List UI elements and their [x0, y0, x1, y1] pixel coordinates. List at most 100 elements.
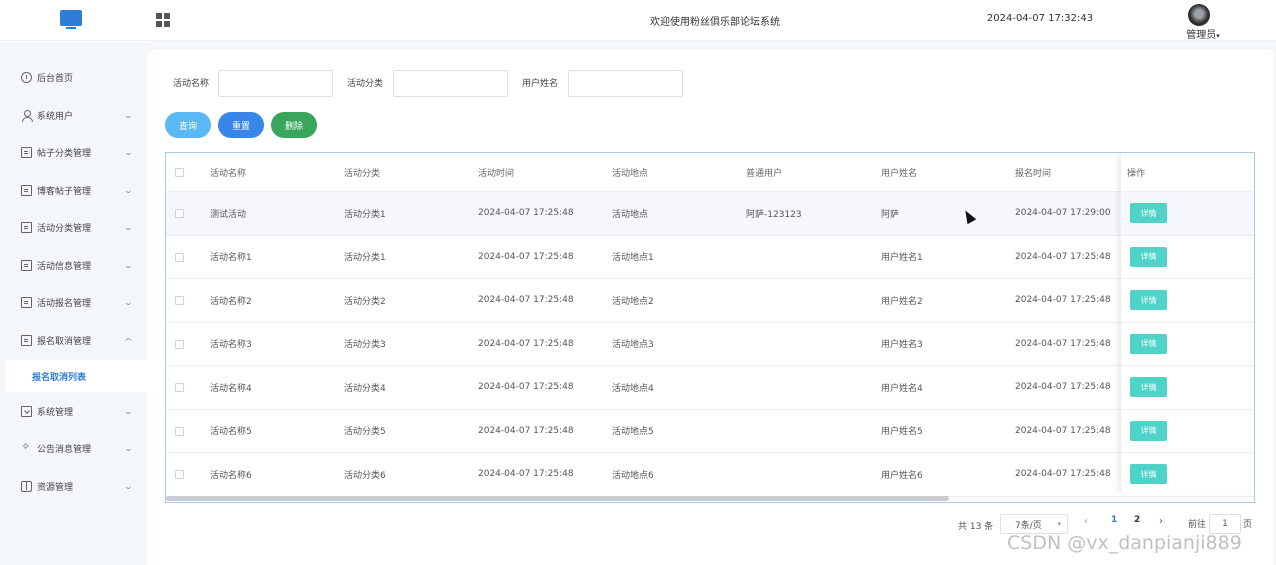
delete-button[interactable]: 删除	[271, 112, 317, 138]
row-checkbox[interactable]	[175, 383, 184, 392]
search-input-2[interactable]	[568, 70, 683, 97]
sidebar-item-2[interactable]: 帖子分类管理 ⌄	[0, 137, 147, 167]
card-icon	[21, 184, 32, 196]
sidebar-item-label: 活动分类管理	[37, 223, 92, 234]
user-menu[interactable]: 管理员▾	[1176, 26, 1230, 41]
table-cell: 2024-04-07 17:25:48	[478, 208, 574, 219]
watermark: CSDN @vx_danpianji889	[1007, 532, 1242, 554]
table-row[interactable]: 活动名称2 活动分类2 2024-04-07 17:25:48 活动地点2 用户姓名2 2…	[166, 279, 1254, 323]
row-checkbox[interactable]	[175, 296, 184, 305]
fixed-operation-column	[1120, 153, 1254, 492]
chevron-down-icon: ⌄	[123, 482, 134, 491]
chevron-down-icon: ⌄	[123, 407, 134, 416]
next-page-icon[interactable]: ›	[1159, 516, 1163, 527]
sidebar-item-7[interactable]: 报名取消管理 ^	[0, 325, 147, 355]
sidebar-item-3[interactable]: 博客帖子管理 ⌄	[0, 175, 147, 205]
table-cell: 活动分类1	[344, 209, 386, 220]
table-cell: 2024-04-07 17:25:48	[1015, 469, 1111, 480]
table-row[interactable]: 活动名称6 活动分类6 2024-04-07 17:25:48 活动地点6 用户姓名6 2…	[166, 453, 1254, 497]
card-icon	[21, 296, 32, 308]
table-cell: 活动分类2	[344, 296, 386, 307]
table-cell: 活动地点1	[612, 253, 654, 264]
page-number-2[interactable]: 2	[1134, 515, 1140, 525]
row-checkbox[interactable]	[175, 339, 184, 349]
table-cell: 用户姓名3	[881, 340, 923, 351]
column-header: 活动时间	[478, 168, 515, 179]
sidebar-item-label: 资源管理	[37, 482, 74, 493]
table-cell: 活动分类5	[344, 427, 386, 438]
table-row[interactable]: 活动名称3 活动分类3 2024-04-07 17:25:48 活动地点3 用户姓名3 2…	[166, 323, 1254, 366]
search-input-1[interactable]	[393, 70, 508, 97]
table-cell: 阿萨	[881, 209, 900, 220]
sidebar-item-6[interactable]: 活动报名管理 ⌄	[0, 287, 147, 317]
sidebar-item-5[interactable]: 活动信息管理 ⌄	[0, 250, 147, 280]
chevron-down-icon: ⌄	[123, 444, 134, 453]
table-cell: 用户姓名5	[881, 427, 923, 438]
card-icon	[21, 221, 32, 233]
table-cell: 用户姓名1	[881, 253, 923, 264]
table-cell: 2024-04-07 17:25:48	[478, 382, 574, 393]
sidebar-subitem-cancel-list[interactable]: 报名取消列表	[5, 360, 147, 392]
row-checkbox[interactable]	[175, 252, 184, 262]
chevron-down-icon: ⌄	[123, 148, 134, 157]
page-suffix: 页	[1243, 520, 1253, 530]
monitor-logo-icon	[60, 10, 82, 29]
table-cell: 活动名称1	[210, 253, 252, 264]
table-row[interactable]: 活动名称5 活动分类5 2024-04-07 17:25:48 活动地点5 用户姓名5 2…	[166, 410, 1254, 453]
table-row[interactable]: 活动名称4 活动分类4 2024-04-07 17:25:48 活动地点4 用户姓名4 2…	[166, 366, 1254, 410]
column-header: 用户姓名	[881, 168, 918, 179]
table-cell: 测试活动	[210, 209, 247, 220]
table-cell: 2024-04-07 17:25:48	[1015, 251, 1111, 262]
chevron-down-icon: ⌄	[123, 261, 134, 270]
table-cell: 活动名称5	[210, 427, 252, 438]
page-number-1[interactable]: 1	[1111, 515, 1117, 525]
sidebar-item-0[interactable]: 后台首页	[0, 62, 147, 92]
avatar[interactable]	[1188, 4, 1210, 26]
table-cell: 2024-04-07 17:25:48	[478, 425, 574, 436]
total-count: 共 13 条	[958, 521, 994, 532]
table-cell: 2024-04-07 17:29:00	[1015, 208, 1111, 219]
gift-icon	[21, 480, 32, 492]
select-all-checkbox[interactable]	[175, 168, 184, 177]
sidebar-item-1[interactable]: 系统用户 ⌄	[0, 100, 147, 130]
row-checkbox[interactable]	[175, 426, 184, 436]
table-cell: 活动名称3	[210, 340, 252, 351]
reset-button[interactable]: 重置	[218, 112, 264, 138]
grid-menu-icon[interactable]	[156, 13, 170, 27]
chevron-up-icon: ^	[123, 337, 134, 346]
user-icon	[21, 109, 33, 122]
query-button[interactable]: 查询	[165, 112, 211, 138]
bell-icon	[21, 440, 32, 454]
prev-page-icon[interactable]: ‹	[1084, 516, 1088, 527]
sidebar-item-9[interactable]: 公告消息管理 ⌄	[0, 433, 147, 463]
goto-page-input[interactable]	[1209, 514, 1241, 534]
table-cell: 活动地点5	[612, 427, 654, 438]
column-header: 活动名称	[210, 168, 247, 179]
table-cell: 用户姓名4	[881, 383, 923, 394]
table-cell: 2024-04-07 17:25:48	[1015, 295, 1111, 306]
sidebar-item-label: 后台首页	[37, 73, 74, 84]
row-checkbox[interactable]	[175, 470, 184, 479]
page-size-select[interactable]: 7条/页 ▾	[1000, 514, 1068, 534]
sidebar-item-4[interactable]: 活动分类管理 ⌄	[0, 212, 147, 242]
search-label-1: 活动分类	[347, 79, 384, 89]
table-cell: 活动地点	[612, 209, 649, 220]
table-cell: 活动名称4	[210, 383, 252, 394]
horizontal-scrollbar[interactable]	[166, 496, 949, 501]
table-cell: 2024-04-07 17:25:48	[478, 295, 574, 306]
table-cell: 活动名称6	[210, 470, 252, 481]
search-input-0[interactable]	[218, 70, 333, 97]
sidebar-item-label: 公告消息管理	[37, 444, 92, 455]
table-row[interactable]: 活动名称1 活动分类1 2024-04-07 17:25:48 活动地点1 用户姓名1 2…	[166, 236, 1254, 279]
sidebar-item-8[interactable]: 系统管理 ⌄	[0, 396, 147, 426]
table-row[interactable]: 测试活动 活动分类1 2024-04-07 17:25:48 活动地点 阿萨-12312…	[166, 192, 1254, 236]
row-checkbox[interactable]	[175, 209, 184, 218]
current-datetime: 2024-04-07 17:32:43	[986, 13, 1094, 24]
search-label-0: 活动名称	[173, 79, 210, 89]
sidebar-item-label: 系统用户	[37, 111, 74, 122]
chevron-down-icon: ⌄	[123, 298, 134, 307]
table-cell: 用户姓名2	[881, 296, 923, 307]
sidebar-item-10[interactable]: 资源管理 ⌄	[0, 471, 147, 501]
table-cell: 活动名称2	[210, 296, 252, 307]
search-label-2: 用户姓名	[522, 79, 559, 89]
